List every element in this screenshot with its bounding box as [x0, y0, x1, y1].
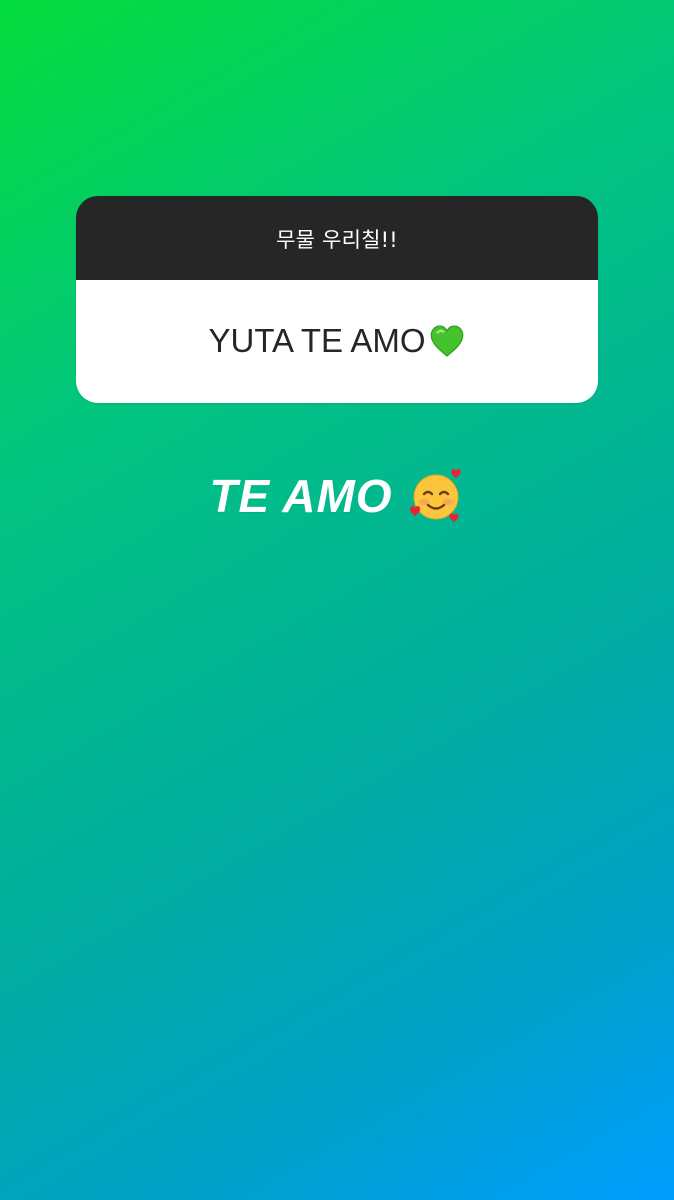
text-sticker[interactable]: TE AMO: [0, 468, 674, 524]
smiling-face-with-hearts-icon: [409, 468, 465, 524]
answer-line: YUTA TE AMO: [209, 322, 466, 360]
answer-area: YUTA TE AMO: [76, 280, 598, 403]
te-amo-text: TE AMO: [209, 470, 393, 522]
answer-text: YUTA TE AMO: [208, 321, 426, 359]
green-heart-icon: [428, 322, 466, 360]
question-text: 무물 우리칠!!: [276, 227, 398, 252]
question-header: 무물 우리칠!!: [76, 196, 598, 280]
question-sticker[interactable]: 무물 우리칠!! YUTA TE AMO: [76, 196, 598, 403]
story-background: [0, 0, 674, 1200]
